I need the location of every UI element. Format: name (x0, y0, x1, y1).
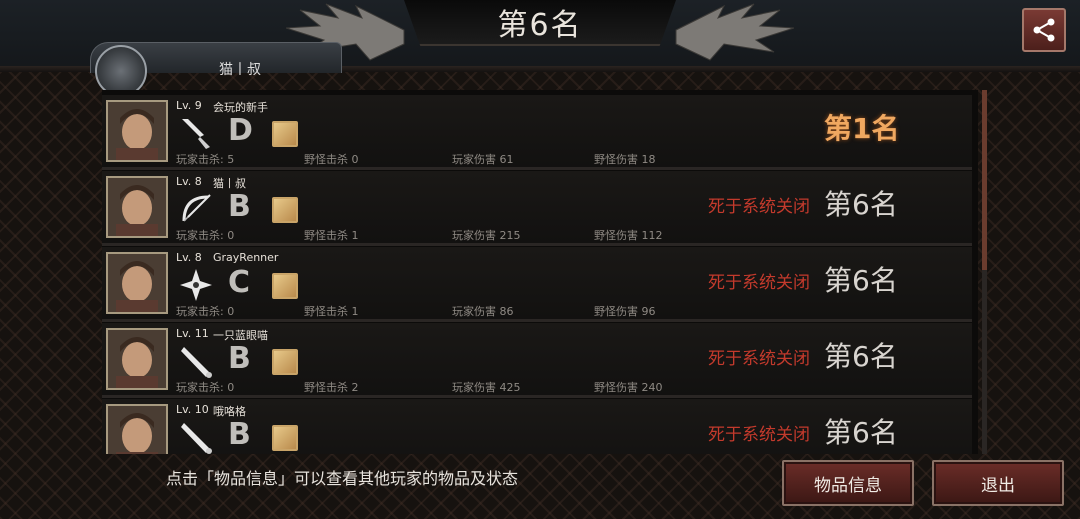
scrollbar-thumb[interactable] (982, 90, 987, 270)
fist-item-icon[interactable] (272, 121, 298, 147)
player-damage: 玩家伤害 86 (452, 305, 514, 318)
player-damage: 玩家伤害 215 (452, 229, 521, 242)
monster-kills: 野怪击杀 0 (304, 153, 359, 166)
weapon-grade: B (228, 189, 251, 224)
player-kills: 玩家击杀: 0 (176, 229, 235, 242)
knife-icon (178, 115, 214, 151)
exit-button[interactable]: 退出 (932, 460, 1064, 506)
share-icon (1033, 18, 1055, 42)
player-row[interactable]: Lv. 8 GrayRenner C 玩家击杀: 0 野怪击杀 1 玩家伤害 8… (102, 247, 972, 322)
player-avatar[interactable] (106, 252, 168, 314)
monster-kills: 野怪击杀 1 (304, 229, 359, 242)
player-tab-name: 猫丨叔 (219, 62, 261, 78)
player-kills: 玩家击杀: 0 (176, 305, 235, 318)
death-reason: 死于系统关闭 (708, 273, 810, 293)
right-wing-ornament-icon (675, 3, 794, 61)
share-button[interactable] (1022, 8, 1066, 52)
player-avatar[interactable] (106, 404, 168, 454)
weapon-grade: C (228, 265, 251, 300)
hint-text: 点击「物品信息」可以查看其他玩家的物品及状态 (166, 469, 519, 488)
rank-text: 第6名 (824, 188, 898, 221)
bow-icon (178, 191, 214, 227)
player-kills: 玩家击杀: 0 (176, 381, 235, 394)
bat-icon (178, 419, 214, 454)
scrollbar[interactable] (982, 90, 987, 454)
monster-damage: 野怪伤害 240 (594, 381, 663, 394)
player-kills: 玩家击杀: 5 (176, 153, 235, 166)
death-reason: 死于系统关闭 (708, 197, 810, 217)
death-reason: 死于系统关闭 (708, 425, 810, 445)
page-title: 第6名 (497, 8, 583, 43)
rank-text: 第6名 (824, 416, 898, 449)
weapon-grade: B (228, 417, 251, 452)
monster-kills: 野怪击杀 2 (304, 381, 359, 394)
hand-item-icon[interactable] (272, 273, 298, 299)
player-avatar[interactable] (106, 176, 168, 238)
weapon-grade: D (228, 113, 253, 148)
player-level: Lv. 8 (176, 251, 202, 264)
player-row[interactable]: Lv. 9 会玩的新手 D 玩家击杀: 5 野怪击杀 0 玩家伤害 61 野怪伤… (102, 95, 972, 170)
player-damage: 玩家伤害 61 (452, 153, 514, 166)
rank-text: 第1名 (824, 112, 900, 145)
player-level: Lv. 9 (176, 99, 202, 112)
title-plate: 第6名 (404, 0, 676, 46)
item-info-button[interactable]: 物品信息 (782, 460, 914, 506)
bat-icon (178, 343, 214, 379)
player-result-list[interactable]: Lv. 9 会玩的新手 D 玩家击杀: 5 野怪击杀 0 玩家伤害 61 野怪伤… (102, 90, 978, 454)
rank-text: 第6名 (824, 340, 898, 373)
player-tab[interactable]: 猫丨叔 (90, 42, 342, 97)
monster-damage: 野怪伤害 112 (594, 229, 663, 242)
player-row[interactable]: Lv. 11 一只蓝眼喵 B 玩家击杀: 0 野怪击杀 2 玩家伤害 425 野… (102, 323, 972, 398)
player-level: Lv. 8 (176, 175, 202, 188)
shuriken-icon (178, 267, 214, 303)
player-row[interactable]: Lv. 8 猫丨叔 B 玩家击杀: 0 野怪击杀 1 玩家伤害 215 野怪伤害… (102, 171, 972, 246)
fist-item-icon[interactable] (272, 349, 298, 375)
player-damage: 玩家伤害 425 (452, 381, 521, 394)
player-name: GrayRenner (213, 251, 279, 264)
player-row[interactable]: Lv. 10 哦咯格 B 死于系统关闭 第6名 (102, 399, 972, 454)
player-level: Lv. 10 (176, 403, 209, 416)
monster-kills: 野怪击杀 1 (304, 305, 359, 318)
player-avatar[interactable] (106, 328, 168, 390)
weapon-grade: B (228, 341, 251, 376)
player-level: Lv. 11 (176, 327, 209, 340)
monster-damage: 野怪伤害 96 (594, 305, 656, 318)
hand-item-icon[interactable] (272, 197, 298, 223)
death-reason: 死于系统关闭 (708, 349, 810, 369)
hand-item-icon[interactable] (272, 425, 298, 451)
rank-text: 第6名 (824, 264, 898, 297)
monster-damage: 野怪伤害 18 (594, 153, 656, 166)
player-avatar[interactable] (106, 100, 168, 162)
